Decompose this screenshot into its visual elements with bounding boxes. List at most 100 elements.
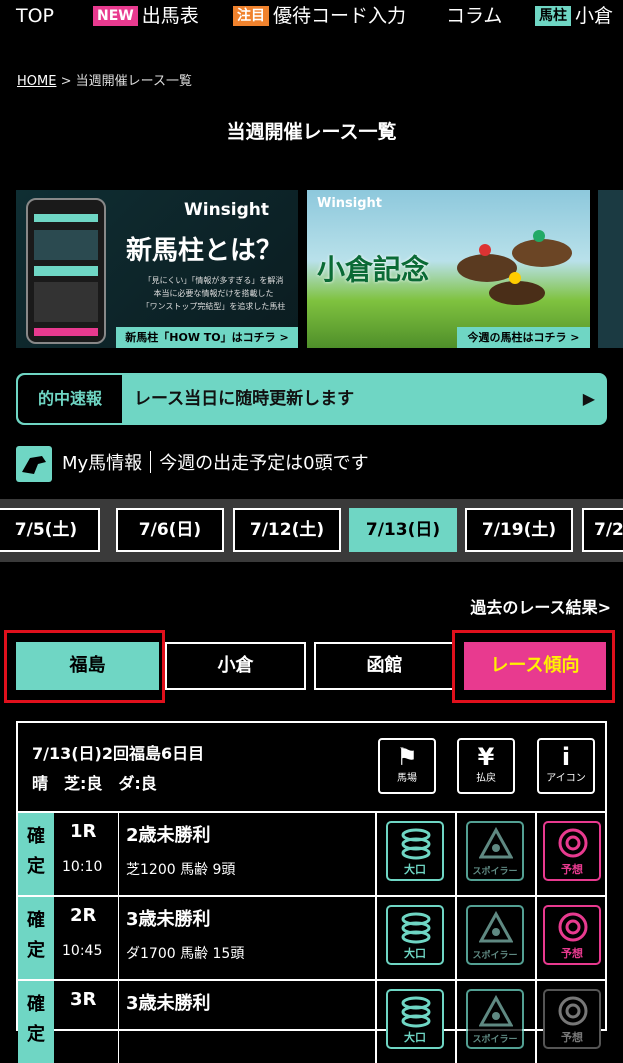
big-bet-cell: 大口 <box>375 897 455 979</box>
status-char: 定 <box>27 1024 45 1045</box>
race-day-title: 7/13(日)2回福島6日目 <box>32 744 205 763</box>
eye-triangle-icon <box>479 827 513 859</box>
hit-news-label: 的中速報 <box>18 375 122 423</box>
yen-icon: ¥ <box>477 743 495 771</box>
banner-body: 「見にくい」「情報が多すぎる」を解消 本当に必要な情報だけを搭載した 「ワンスト… <box>131 274 296 313</box>
date-tab[interactable]: 7/2 <box>582 508 623 552</box>
post-time: 10:45 <box>62 943 103 959</box>
highlight-frame <box>452 630 615 703</box>
spoiler-cell: スポイラー <box>455 897 535 979</box>
coins-icon <box>401 828 431 860</box>
prediction-cell: 予想 <box>535 813 605 895</box>
nav-column[interactable]: コラム <box>446 4 502 28</box>
banner-headline: 新馬柱とは？ <box>126 236 283 266</box>
banner-new-umabashira[interactable]: Winsight 新馬柱とは？ 「見にくい」「情報が多すぎる」を解消 本当に必要… <box>16 190 298 348</box>
status-char: 定 <box>27 856 45 877</box>
phone-mockup <box>26 198 106 344</box>
status-char: 確 <box>27 910 45 931</box>
prediction-label: 予想 <box>561 947 583 960</box>
big-bet-button[interactable]: 大口 <box>386 989 444 1049</box>
status-confirmed: 確定 <box>18 981 54 1063</box>
nav-entries[interactable]: NEW 出馬表 <box>93 4 199 28</box>
banner-cta[interactable]: 新馬柱「HOW TO」はコチラ > <box>116 327 298 348</box>
big-bet-label: 大口 <box>404 1031 426 1044</box>
prediction-button[interactable]: 予想 <box>543 905 601 965</box>
breadcrumb-sep: > <box>60 74 72 89</box>
big-bet-label: 大口 <box>404 863 426 876</box>
venue-tab-kokura[interactable]: 小倉 <box>165 642 306 690</box>
track-button[interactable]: ⚑ 馬場 <box>378 738 436 794</box>
date-tab[interactable]: 7/12(土) <box>233 508 341 552</box>
flag-icon: ⚑ <box>396 743 418 771</box>
banner-kokura-kinen[interactable]: Winsight 小倉記念 今週の馬柱はコチラ > <box>307 190 590 348</box>
banner-body-line: 本当に必要な情報だけを搭載した <box>153 289 274 298</box>
spoiler-button[interactable]: スポイラー <box>466 821 524 881</box>
track-condition: 晴 芝:良 ダ:良 <box>32 774 157 793</box>
banner-body-line: 「ワンストップ完結型」を追求した馬柱 <box>141 302 286 311</box>
status-char: 確 <box>27 826 45 847</box>
race-row[interactable]: 確定 1R 10:10 2歳未勝利 芝1200 馬齢 9頭 大口 スポイラー 予… <box>18 811 605 895</box>
nav-kokura[interactable]: 馬柱 小倉 <box>535 4 613 28</box>
breadcrumb: HOME > 当週開催レース一覧 <box>17 70 192 89</box>
divider <box>118 813 119 895</box>
page-title: 当週開催レース一覧 <box>226 121 397 143</box>
target-icon <box>558 828 588 858</box>
spoiler-label: スポイラー <box>472 1035 518 1045</box>
top-nav: TOP NEW 出馬表 注目 優待コード入力 コラム 馬柱 小倉 <box>0 0 623 34</box>
highlight-frame <box>4 630 165 703</box>
prediction-cell: 予想 <box>535 981 605 1063</box>
race-row[interactable]: 確定 3R 3歳未勝利 大口 スポイラー 予想 <box>18 979 605 1063</box>
prediction-button[interactable]: 予想 <box>543 821 601 881</box>
banner-headline: 小倉記念 <box>317 253 430 286</box>
banner-cta[interactable]: 今週の馬柱はコチラ > <box>457 327 590 348</box>
status-confirmed: 確定 <box>18 897 54 979</box>
date-tab[interactable]: 7/19(土) <box>465 508 573 552</box>
big-bet-label: 大口 <box>404 947 426 960</box>
date-tab[interactable]: 7/6(日) <box>116 508 224 552</box>
hit-news-message: レース当日に随時更新します <box>134 389 355 409</box>
divider <box>150 451 152 473</box>
venue-tab-hakodate[interactable]: 函館 <box>314 642 455 690</box>
divider <box>118 981 119 1063</box>
spoiler-button[interactable]: スポイラー <box>466 989 524 1049</box>
payout-button[interactable]: ¥ 払戻 <box>457 738 515 794</box>
winsight-logo: Winsight <box>317 196 383 211</box>
my-horse-label: My馬情報 <box>62 453 143 474</box>
race-name: 3歳未勝利 <box>126 909 211 930</box>
status-char: 定 <box>27 940 45 961</box>
breadcrumb-current: 当週開催レース一覧 <box>75 74 192 89</box>
race-row[interactable]: 確定 2R 10:45 3歳未勝利 ダ1700 馬齢 15頭 大口 スポイラー … <box>18 895 605 979</box>
attention-badge: 注目 <box>233 6 269 26</box>
icon-legend-label: アイコン <box>546 773 586 784</box>
prediction-label: 予想 <box>561 1031 583 1044</box>
big-bet-cell: 大口 <box>375 981 455 1063</box>
my-horse-info[interactable]: My馬情報 今週の出走予定は0頭です <box>16 446 616 482</box>
hit-news-bar[interactable]: 的中速報 レース当日に随時更新します ▶ <box>16 373 607 425</box>
nav-perk-code[interactable]: 注目 優待コード入力 <box>233 4 406 28</box>
banner-partial[interactable] <box>598 190 623 348</box>
date-tab[interactable]: 7/5(土) <box>0 508 100 552</box>
spoiler-button[interactable]: スポイラー <box>466 905 524 965</box>
nav-top[interactable]: TOP <box>16 4 54 28</box>
past-results-link[interactable]: 過去のレース結果> <box>470 594 611 618</box>
prediction-button[interactable]: 予想 <box>543 989 601 1049</box>
race-table: 7/13(日)2回福島6日目 晴 芝:良 ダ:良 ⚑ 馬場 ¥ 払戻 i アイコ… <box>16 721 607 1063</box>
racehorses-illustration <box>457 230 572 305</box>
info-icon: i <box>561 743 571 771</box>
big-bet-cell: 大口 <box>375 813 455 895</box>
my-horse-message: 今週の出走予定は0頭です <box>159 453 369 474</box>
horse-head-icon <box>16 446 52 482</box>
race-name: 3歳未勝利 <box>126 993 211 1014</box>
race-meta: ダ1700 馬齢 15頭 <box>126 946 245 962</box>
nav-entries-label: 出馬表 <box>141 5 199 27</box>
winsight-logo: Winsight <box>184 200 270 220</box>
payout-button-label: 払戻 <box>476 773 496 784</box>
track-button-label: 馬場 <box>397 773 417 784</box>
race-number: 3R <box>70 989 97 1010</box>
big-bet-button[interactable]: 大口 <box>386 905 444 965</box>
umabashira-badge: 馬柱 <box>535 6 571 26</box>
date-tab-selected[interactable]: 7/13(日) <box>349 508 457 552</box>
breadcrumb-home[interactable]: HOME <box>17 74 56 89</box>
big-bet-button[interactable]: 大口 <box>386 821 444 881</box>
icon-legend-button[interactable]: i アイコン <box>537 738 595 794</box>
